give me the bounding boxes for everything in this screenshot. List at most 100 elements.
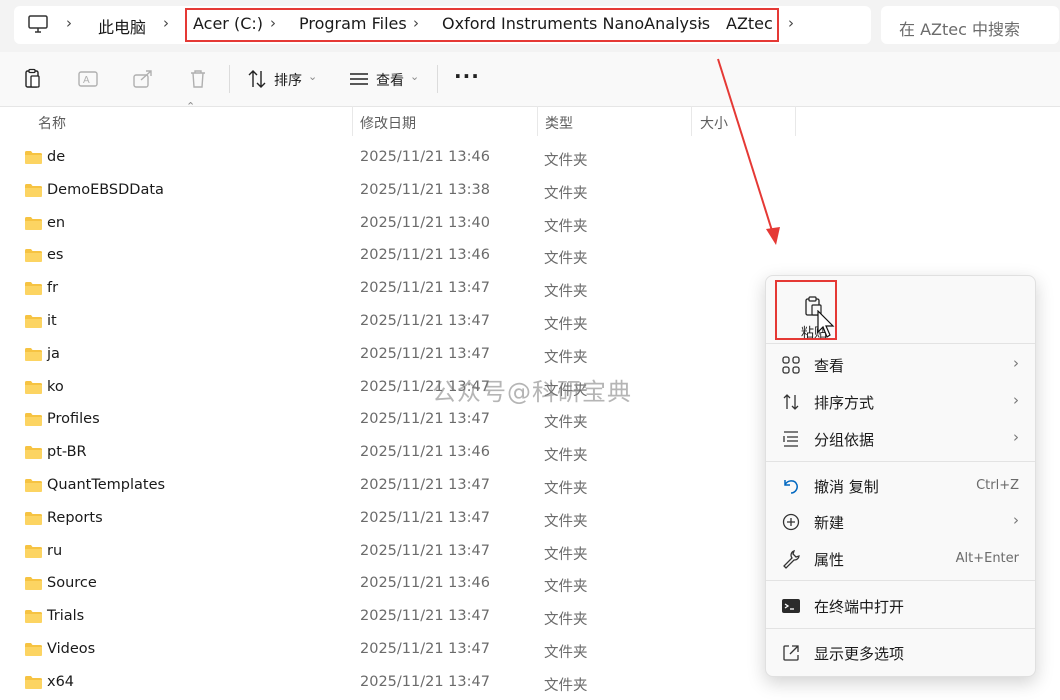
- folder-icon: [25, 216, 42, 230]
- sort-button[interactable]: 排序: [274, 70, 302, 90]
- view-button[interactable]: 查看: [376, 70, 404, 90]
- address-bar-region: › 此电脑 › Acer (C:) › Program Files › Oxfo…: [0, 0, 1060, 52]
- menu-item-open-terminal[interactable]: 在终端中打开: [766, 588, 1035, 624]
- annotation-arrow: [717, 58, 780, 245]
- sort-icon[interactable]: [245, 67, 269, 91]
- file-row[interactable]: Trials 2025/11/21 13:47 文件夹: [0, 601, 780, 634]
- menu-item-properties[interactable]: 属性 Alt+Enter: [766, 541, 1035, 577]
- file-row[interactable]: ko 2025/11/21 13:47 文件夹: [0, 372, 780, 405]
- file-name: ja: [47, 345, 60, 362]
- file-row[interactable]: DemoEBSDData 2025/11/21 13:38 文件夹: [0, 175, 780, 208]
- file-type: 文件夹: [544, 677, 588, 694]
- breadcrumb-this-pc[interactable]: 此电脑: [98, 14, 146, 38]
- column-header-name[interactable]: 名称: [38, 113, 66, 133]
- chevron-down-icon[interactable]: ⌄: [308, 70, 317, 83]
- menu-item-new[interactable]: 新建 ›: [766, 504, 1035, 540]
- file-row[interactable]: pt-BR 2025/11/21 13:46 文件夹: [0, 437, 780, 470]
- menu-item-show-more-options[interactable]: 显示更多选项: [766, 635, 1035, 671]
- file-row[interactable]: x64 2025/11/21 13:47 文件夹: [0, 667, 780, 700]
- file-modified-date: 2025/11/21 13:47: [360, 509, 490, 526]
- view-grid-icon: [782, 356, 800, 374]
- undo-icon: [784, 480, 798, 494]
- sort-icon: [783, 394, 799, 410]
- column-divider[interactable]: [795, 106, 796, 136]
- file-row[interactable]: Reports 2025/11/21 13:47 文件夹: [0, 503, 780, 536]
- folder-icon: [25, 413, 42, 427]
- menu-item-label: 排序方式: [814, 394, 875, 412]
- share-icon[interactable]: [131, 67, 155, 91]
- column-divider[interactable]: [352, 106, 353, 136]
- menu-item-sort[interactable]: 排序方式 ›: [766, 384, 1035, 420]
- view-icon[interactable]: [347, 67, 371, 91]
- file-type: 文件夹: [544, 284, 588, 301]
- file-row[interactable]: es 2025/11/21 13:46 文件夹: [0, 240, 780, 273]
- rename-icon[interactable]: A: [76, 67, 100, 91]
- file-row[interactable]: en 2025/11/21 13:40 文件夹: [0, 208, 780, 241]
- menu-item-label: 显示更多选项: [814, 645, 905, 663]
- menu-divider: [766, 580, 1035, 581]
- menu-item-group-by[interactable]: 分组依据 ›: [766, 421, 1035, 457]
- file-modified-date: 2025/11/21 13:47: [360, 673, 490, 690]
- file-row[interactable]: ru 2025/11/21 13:47 文件夹: [0, 536, 780, 569]
- file-modified-date: 2025/11/21 13:47: [360, 411, 490, 428]
- shortcut-text: Alt+Enter: [955, 551, 1019, 566]
- svg-text:A: A: [83, 75, 90, 86]
- file-type: 文件夹: [544, 448, 588, 465]
- file-row[interactable]: it 2025/11/21 13:47 文件夹: [0, 306, 780, 339]
- file-name: x64: [47, 673, 75, 690]
- file-type: 文件夹: [544, 349, 588, 366]
- file-modified-date: 2025/11/21 13:47: [360, 608, 490, 625]
- chevron-right-icon: ›: [1013, 354, 1019, 372]
- file-name: QuantTemplates: [47, 476, 166, 493]
- file-row[interactable]: Source 2025/11/21 13:46 文件夹: [0, 568, 780, 601]
- file-name: fr: [47, 280, 59, 297]
- this-pc-icon[interactable]: [27, 13, 49, 35]
- chevron-right-icon[interactable]: ›: [788, 14, 794, 32]
- open-external-icon: [783, 645, 799, 661]
- toolbar-divider: [229, 65, 230, 93]
- menu-item-label: 分组依据: [814, 431, 875, 449]
- more-options-button[interactable]: ···: [454, 64, 480, 88]
- file-type: 文件夹: [544, 218, 588, 235]
- file-row[interactable]: ja 2025/11/21 13:47 文件夹: [0, 339, 780, 372]
- paste-icon[interactable]: [21, 67, 45, 91]
- chevron-right-icon[interactable]: ›: [163, 14, 169, 32]
- file-row[interactable]: de 2025/11/21 13:46 文件夹: [0, 142, 780, 175]
- new-plus-icon: [782, 513, 800, 531]
- folder-icon: [25, 249, 42, 263]
- file-modified-date: 2025/11/21 13:46: [360, 149, 490, 165]
- folder-icon: [25, 642, 42, 656]
- file-row[interactable]: fr 2025/11/21 13:47 文件夹: [0, 273, 780, 306]
- file-type: 文件夹: [544, 612, 588, 629]
- file-name: es: [47, 247, 64, 264]
- column-divider[interactable]: [691, 106, 692, 136]
- folder-icon: [25, 282, 42, 296]
- menu-item-label: 新建: [814, 514, 845, 532]
- file-type: 文件夹: [544, 480, 588, 497]
- toolbar-divider: [437, 65, 438, 93]
- file-row[interactable]: Profiles 2025/11/21 13:47 文件夹: [0, 404, 780, 437]
- column-header-type[interactable]: 类型: [545, 113, 573, 133]
- file-name: de: [47, 149, 66, 165]
- column-header-modified[interactable]: 修改日期: [360, 113, 416, 133]
- chevron-right-icon: ›: [1013, 511, 1019, 529]
- file-row[interactable]: Videos 2025/11/21 13:47 文件夹: [0, 634, 780, 667]
- menu-item-label: 撤消 复制: [814, 478, 879, 496]
- folder-icon: [25, 675, 42, 689]
- file-name: Videos: [47, 640, 96, 657]
- shortcut-text: Ctrl+Z: [976, 478, 1019, 493]
- delete-icon[interactable]: [186, 67, 210, 91]
- menu-item-view[interactable]: 查看 ›: [766, 347, 1035, 383]
- chevron-right-icon[interactable]: ›: [66, 14, 72, 32]
- menu-item-label: 在终端中打开: [814, 598, 905, 616]
- file-modified-date: 2025/11/21 13:47: [360, 640, 490, 657]
- file-name: Profiles: [47, 411, 100, 428]
- context-menu: 粘贴 查看 › 排序方式 › 分组依据 › 撤消 复制 Ctrl+Z 新建 › …: [765, 275, 1036, 677]
- chevron-down-icon[interactable]: ⌄: [410, 70, 419, 83]
- file-name: Reports: [47, 509, 103, 526]
- menu-item-undo-copy[interactable]: 撤消 复制 Ctrl+Z: [766, 468, 1035, 504]
- file-row[interactable]: QuantTemplates 2025/11/21 13:47 文件夹: [0, 470, 780, 503]
- search-input[interactable]: 在 AZtec 中搜索: [881, 6, 1059, 44]
- column-divider[interactable]: [537, 106, 538, 136]
- watermark-text: 公众号@科研宝典: [432, 378, 632, 406]
